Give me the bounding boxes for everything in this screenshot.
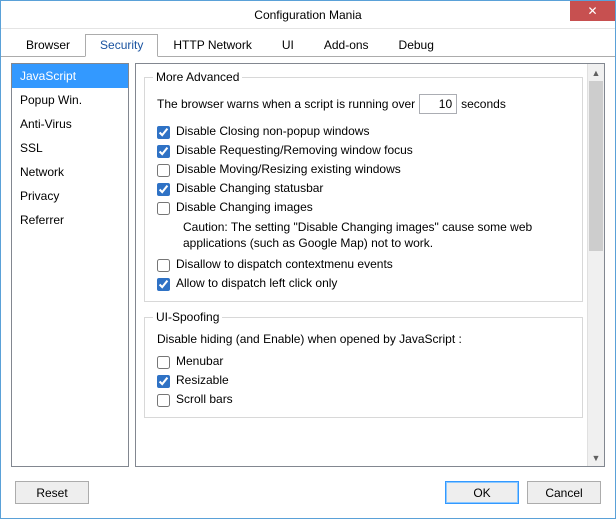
checkbox-disable-images[interactable]: [157, 202, 170, 215]
script-warn-prefix: The browser warns when a script is runni…: [157, 97, 415, 111]
scroll-thumb[interactable]: [589, 81, 603, 251]
checkbox-resizable[interactable]: [157, 375, 170, 388]
opt-disable-window-focus[interactable]: Disable Requesting/Removing window focus: [153, 141, 574, 160]
opt-label: Allow to dispatch left click only: [176, 276, 337, 290]
sidebar-item-privacy[interactable]: Privacy: [12, 184, 128, 208]
sidebar-item-antivirus[interactable]: Anti-Virus: [12, 112, 128, 136]
tab-debug[interactable]: Debug: [384, 34, 449, 57]
tab-bar: Browser Security HTTP Network UI Add-ons…: [1, 29, 615, 57]
opt-label: Disable Changing statusbar: [176, 181, 323, 195]
vertical-scrollbar[interactable]: ▲ ▼: [587, 64, 604, 466]
tab-security[interactable]: Security: [85, 34, 158, 57]
scroll-down-icon[interactable]: ▼: [588, 449, 604, 466]
opt-disable-statusbar[interactable]: Disable Changing statusbar: [153, 179, 574, 198]
opt-menubar[interactable]: Menubar: [153, 352, 574, 371]
content-area: JavaScript Popup Win. Anti-Virus SSL Net…: [1, 57, 615, 473]
main-scroll: More Advanced The browser warns when a s…: [136, 64, 587, 466]
opt-disable-closing-nonpopup[interactable]: Disable Closing non-popup windows: [153, 122, 574, 141]
script-warn-row: The browser warns when a script is runni…: [153, 90, 574, 122]
caution-text: Caution: The setting "Disable Changing i…: [153, 217, 574, 255]
opt-resizable[interactable]: Resizable: [153, 371, 574, 390]
group-ui-spoofing: UI-Spoofing Disable hiding (and Enable) …: [144, 310, 583, 418]
script-warn-suffix: seconds: [461, 97, 506, 111]
tab-addons[interactable]: Add-ons: [309, 34, 384, 57]
checkbox-leftclick-only[interactable]: [157, 278, 170, 291]
opt-label: Resizable: [176, 373, 229, 387]
opt-label: Disallow to dispatch contextmenu events: [176, 257, 393, 271]
checkbox-disable-window-focus[interactable]: [157, 145, 170, 158]
opt-label: Disable Changing images: [176, 200, 313, 214]
scroll-up-icon[interactable]: ▲: [588, 64, 604, 81]
opt-label: Menubar: [176, 354, 223, 368]
script-warn-seconds-input[interactable]: [419, 94, 457, 114]
cancel-button[interactable]: Cancel: [527, 481, 601, 504]
sidebar-item-popup[interactable]: Popup Win.: [12, 88, 128, 112]
opt-scrollbars[interactable]: Scroll bars: [153, 390, 574, 409]
group-more-advanced: More Advanced The browser warns when a s…: [144, 70, 583, 302]
window-close-button[interactable]: ✕: [570, 1, 615, 21]
ok-button[interactable]: OK: [445, 481, 519, 504]
checkbox-menubar[interactable]: [157, 356, 170, 369]
main-panel: More Advanced The browser warns when a s…: [135, 63, 605, 467]
opt-disable-images[interactable]: Disable Changing images: [153, 198, 574, 217]
checkbox-scrollbars[interactable]: [157, 394, 170, 407]
checkbox-disable-closing-nonpopup[interactable]: [157, 126, 170, 139]
opt-label: Scroll bars: [176, 392, 233, 406]
sidebar-item-referrer[interactable]: Referrer: [12, 208, 128, 232]
window-title: Configuration Mania: [1, 8, 615, 22]
checkbox-disable-statusbar[interactable]: [157, 183, 170, 196]
close-icon: ✕: [587, 5, 597, 17]
opt-disable-move-resize[interactable]: Disable Moving/Resizing existing windows: [153, 160, 574, 179]
tab-browser[interactable]: Browser: [11, 34, 85, 57]
checkbox-disable-move-resize[interactable]: [157, 164, 170, 177]
sidebar-item-javascript[interactable]: JavaScript: [12, 64, 128, 88]
button-bar: Reset OK Cancel: [1, 473, 615, 518]
opt-leftclick-only[interactable]: Allow to dispatch left click only: [153, 274, 574, 293]
group-ui-spoofing-legend: UI-Spoofing: [153, 310, 222, 324]
sidebar-item-network[interactable]: Network: [12, 160, 128, 184]
titlebar: Configuration Mania ✕: [1, 1, 615, 29]
opt-label: Disable Closing non-popup windows: [176, 124, 369, 138]
sidebar: JavaScript Popup Win. Anti-Virus SSL Net…: [11, 63, 129, 467]
ui-spoofing-note: Disable hiding (and Enable) when opened …: [153, 330, 574, 352]
opt-label: Disable Moving/Resizing existing windows: [176, 162, 401, 176]
group-more-advanced-legend: More Advanced: [153, 70, 242, 84]
reset-button[interactable]: Reset: [15, 481, 89, 504]
tab-http-network[interactable]: HTTP Network: [158, 34, 266, 57]
sidebar-item-ssl[interactable]: SSL: [12, 136, 128, 160]
opt-disallow-contextmenu[interactable]: Disallow to dispatch contextmenu events: [153, 255, 574, 274]
checkbox-disallow-contextmenu[interactable]: [157, 259, 170, 272]
tab-ui[interactable]: UI: [267, 34, 309, 57]
opt-label: Disable Requesting/Removing window focus: [176, 143, 413, 157]
